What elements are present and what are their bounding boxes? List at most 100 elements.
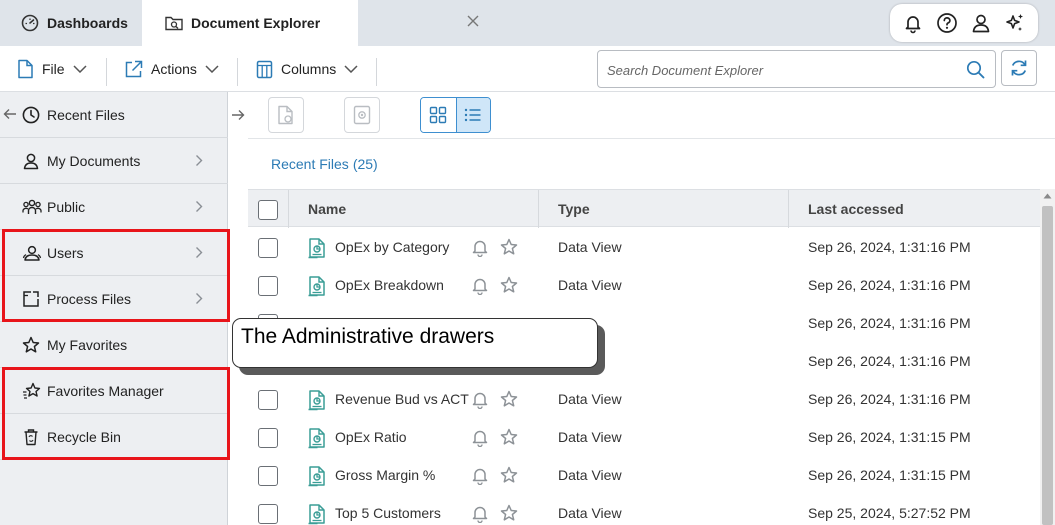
row-name[interactable]: Gross Margin %	[335, 467, 435, 483]
row-last-accessed: Sep 26, 2024, 1:31:16 PM	[808, 277, 971, 293]
star-icon	[22, 336, 40, 354]
row-name[interactable]: OpEx Breakdown	[335, 277, 444, 293]
sidebar-item-favorites-manager[interactable]: Favorites Manager	[0, 368, 228, 414]
user-icon[interactable]	[970, 12, 992, 34]
bell-icon[interactable]	[471, 276, 489, 295]
column-header-last-accessed[interactable]: Last accessed	[808, 201, 904, 217]
list-view-button[interactable]	[455, 98, 490, 132]
sidebar-item-my-favorites[interactable]: My Favorites	[0, 322, 228, 368]
bell-icon[interactable]	[471, 390, 489, 409]
search-icon[interactable]	[966, 60, 985, 79]
row-checkbox[interactable]	[258, 276, 278, 296]
sidebar-item-label: Process Files	[47, 291, 132, 307]
row-checkbox[interactable]	[258, 504, 278, 524]
table-row[interactable]: Gross Margin % Data View Sep 26, 2024, 1:3…	[248, 456, 1040, 494]
columns-icon	[256, 60, 273, 79]
table-row[interactable]: OpEx Ratio Data View Sep 26, 2024, 1:31:15…	[248, 418, 1040, 456]
tab-label: Dashboards	[47, 15, 128, 31]
row-name[interactable]: OpEx by Category	[335, 239, 449, 255]
row-type: Data View	[558, 277, 622, 293]
breadcrumb[interactable]: Recent Files (25)	[271, 156, 378, 172]
columns-menu-label: Columns	[281, 61, 337, 77]
scroll-up-arrow-icon[interactable]	[1043, 193, 1052, 199]
breadcrumb-count: (25)	[352, 156, 378, 172]
row-checkbox[interactable]	[258, 238, 278, 258]
sidebar-item-my-documents[interactable]: My Documents	[0, 138, 228, 184]
table-row[interactable]: OpEx by Category Data View Sep 26, 2024, 1…	[248, 228, 1040, 266]
tab-bar: Dashboards Document Explorer	[0, 0, 1055, 46]
recycle-bin-icon	[22, 428, 40, 446]
tab-dashboards[interactable]: Dashboards	[0, 0, 142, 46]
refresh-button[interactable]	[1001, 50, 1037, 86]
tab-label: Document Explorer	[191, 15, 321, 31]
breadcrumb-label: Recent Files	[271, 156, 349, 172]
grid-view-button[interactable]	[421, 98, 456, 132]
select-all-checkbox[interactable]	[258, 200, 278, 220]
column-header-type[interactable]: Type	[558, 201, 590, 217]
table-row[interactable]: OpEx Breakdown Data View Sep 26, 2024, 1:3…	[248, 266, 1040, 304]
chevron-right-icon	[195, 246, 203, 259]
row-last-accessed: Sep 25, 2024, 5:27:52 PM	[808, 505, 971, 521]
sidebar-item-recent-files[interactable]: Recent Files	[0, 92, 228, 138]
star-icon[interactable]	[500, 238, 518, 256]
row-name[interactable]: OpEx Ratio	[335, 429, 407, 445]
group-icon	[22, 198, 42, 216]
data-view-icon	[307, 465, 327, 487]
columns-menu-button[interactable]: Columns	[256, 46, 358, 92]
bell-icon[interactable]	[471, 238, 489, 257]
view-toggle	[420, 97, 491, 133]
column-divider	[538, 190, 539, 228]
chevron-right-icon	[195, 292, 203, 305]
row-last-accessed: Sep 26, 2024, 1:31:16 PM	[808, 391, 971, 407]
star-icon[interactable]	[500, 504, 518, 522]
row-name[interactable]: Revenue Bud vs ACT	[335, 391, 469, 407]
sidebar-item-users[interactable]: Users	[0, 230, 228, 276]
sidebar-item-label: Public	[47, 199, 86, 215]
table-row[interactable]: Top 5 Customers Data View Sep 25, 2024, 5:…	[248, 494, 1040, 525]
new-document-button[interactable]	[268, 97, 304, 133]
column-header-name[interactable]: Name	[308, 201, 346, 217]
star-icon[interactable]	[500, 276, 518, 294]
toolbar-divider	[376, 58, 377, 86]
row-last-accessed: Sep 26, 2024, 1:31:16 PM	[808, 315, 971, 331]
search-input[interactable]	[607, 60, 947, 80]
external-link-icon	[124, 60, 143, 79]
bell-icon[interactable]	[471, 428, 489, 447]
search-box	[597, 50, 996, 88]
star-icon[interactable]	[500, 390, 518, 408]
bell-icon[interactable]	[902, 12, 924, 34]
row-type: Data View	[558, 239, 622, 255]
scrollbar-thumb[interactable]	[1042, 206, 1053, 525]
close-icon[interactable]	[466, 14, 480, 28]
bell-icon[interactable]	[471, 504, 489, 523]
bell-icon[interactable]	[471, 466, 489, 485]
help-icon[interactable]	[936, 12, 958, 34]
star-icon[interactable]	[500, 428, 518, 446]
row-name[interactable]: Top 5 Customers	[335, 505, 441, 521]
row-last-accessed: Sep 26, 2024, 1:31:15 PM	[808, 429, 971, 445]
sidebar-item-process-files[interactable]: Process Files	[0, 276, 228, 322]
chevron-right-icon	[195, 200, 203, 213]
table-row[interactable]: Revenue Bud vs ACT Data View Sep 26, 2024,…	[248, 380, 1040, 418]
column-divider	[788, 190, 789, 228]
file-menu-button[interactable]: File	[17, 46, 87, 92]
row-checkbox[interactable]	[258, 390, 278, 410]
data-view-icon	[307, 275, 327, 297]
chevron-down-icon	[344, 65, 358, 73]
file-menu-label: File	[42, 61, 65, 77]
star-icon[interactable]	[500, 466, 518, 484]
tab-document-explorer[interactable]: Document Explorer	[142, 0, 479, 46]
sidebar-item-public[interactable]: Public	[0, 184, 228, 230]
list-icon	[464, 107, 482, 123]
row-last-accessed: Sep 26, 2024, 1:31:15 PM	[808, 467, 971, 483]
row-checkbox[interactable]	[258, 466, 278, 486]
folder-search-icon	[165, 15, 183, 31]
ai-sparkle-icon[interactable]	[1004, 12, 1026, 34]
row-checkbox[interactable]	[258, 428, 278, 448]
data-view-icon	[307, 389, 327, 411]
arrow-right-icon[interactable]	[231, 109, 245, 121]
sidebar-item-recycle-bin[interactable]: Recycle Bin	[0, 414, 228, 460]
table-header: Name Type Last accessed	[248, 189, 1040, 228]
actions-menu-button[interactable]: Actions	[124, 46, 219, 92]
document-settings-button[interactable]	[344, 97, 380, 133]
